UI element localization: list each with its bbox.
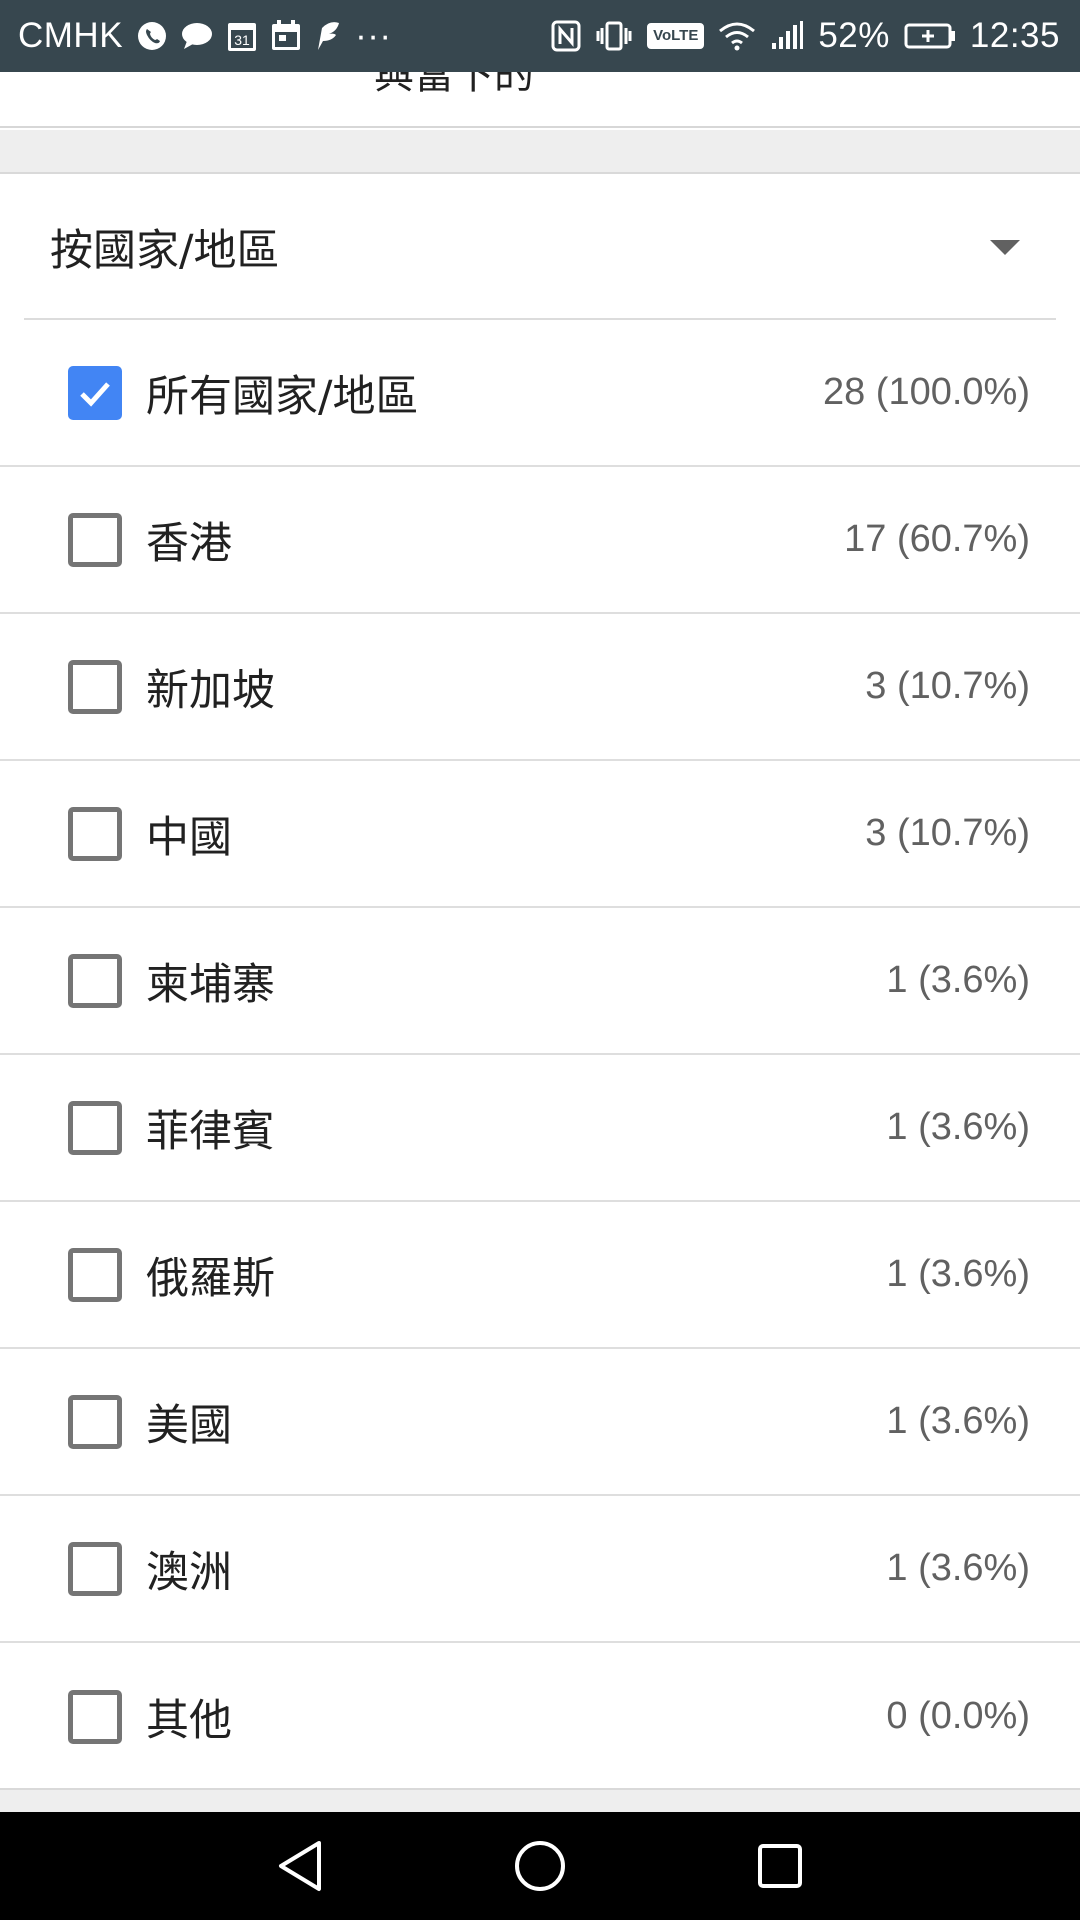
status-bar-right: VoLTE 52% 12:35 (551, 16, 1060, 56)
calendar-day-number: 31 (234, 32, 250, 48)
wifi-icon (718, 21, 756, 51)
checkbox-usa[interactable] (68, 1394, 122, 1449)
country-count: 3 (10.7%) (865, 812, 1030, 854)
country-label: 中國 (146, 812, 232, 863)
country-count: 28 (100.0%) (822, 371, 1030, 413)
leaf-notification-icon (315, 21, 341, 51)
country-label: 其他 (146, 1695, 232, 1746)
checkbox-australia[interactable] (68, 1541, 122, 1596)
navigation-bar (0, 1812, 1080, 1920)
carrier-name: CMHK (18, 16, 124, 55)
country-row-cambodia[interactable]: 柬埔寨 1 (3.6%) (0, 908, 1080, 1055)
country-label: 澳洲 (146, 1547, 232, 1598)
card-separator-bottom (0, 1788, 1080, 1812)
country-label: 新加坡 (146, 665, 275, 716)
country-row-russia[interactable]: 俄羅斯 1 (3.6%) (0, 1202, 1080, 1349)
home-button[interactable] (505, 1831, 575, 1901)
event-icon (271, 20, 301, 52)
back-button[interactable] (265, 1831, 335, 1901)
country-filter-card: 按國家/地區 所有國家/地區 28 (100.0%) 香港 17 (60.7%)… (0, 176, 1080, 1788)
previous-card-text: 與當下的 (374, 72, 534, 98)
clock-time: 12:35 (969, 16, 1060, 55)
recents-button[interactable] (745, 1831, 815, 1901)
checkbox-russia[interactable] (68, 1247, 122, 1302)
checkbox-other[interactable] (68, 1689, 122, 1744)
country-count: 0 (0.0%) (886, 1695, 1030, 1737)
filter-dropdown-label: 按國家/地區 (50, 226, 280, 276)
country-row-singapore[interactable]: 新加坡 3 (10.7%) (0, 614, 1080, 761)
country-count: 1 (3.6%) (886, 1400, 1030, 1442)
checkbox-all[interactable] (68, 365, 122, 420)
calendar-icon: 31 (227, 20, 257, 52)
nfc-icon (551, 20, 581, 52)
country-count: 1 (3.6%) (886, 1547, 1030, 1589)
country-count: 1 (3.6%) (886, 959, 1030, 1001)
country-row-other[interactable]: 其他 0 (0.0%) (0, 1643, 1080, 1790)
country-count: 3 (10.7%) (865, 665, 1030, 707)
country-row-usa[interactable]: 美國 1 (3.6%) (0, 1349, 1080, 1496)
filter-dropdown[interactable]: 按國家/地區 (24, 176, 1056, 320)
country-label: 菲律賓 (146, 1106, 275, 1157)
country-label: 所有國家/地區 (146, 371, 419, 422)
checkbox-hong-kong[interactable] (68, 512, 122, 567)
country-label: 柬埔寨 (146, 959, 275, 1010)
home-circle-icon (515, 1841, 565, 1891)
checkbox-china[interactable] (68, 806, 122, 861)
status-bar-left: CMHK 31 ··· (18, 16, 392, 56)
card-separator (0, 130, 1080, 174)
checkbox-cambodia[interactable] (68, 953, 122, 1008)
country-count: 17 (60.7%) (844, 518, 1030, 560)
country-row-philippines[interactable]: 菲律賓 1 (3.6%) (0, 1055, 1080, 1202)
country-list: 所有國家/地區 28 (100.0%) 香港 17 (60.7%) 新加坡 3 … (0, 320, 1080, 1790)
caret-down-icon (990, 239, 1020, 255)
battery-percent: 52% (818, 16, 890, 55)
country-label: 香港 (146, 518, 232, 569)
phone-call-icon (137, 21, 167, 51)
battery-charging-icon (904, 22, 956, 50)
country-row-all[interactable]: 所有國家/地區 28 (100.0%) (0, 320, 1080, 467)
back-triangle-icon (279, 1841, 321, 1891)
recents-square-icon (758, 1844, 802, 1888)
vibrate-icon (595, 20, 633, 52)
status-bar: CMHK 31 ··· VoLTE 52% 12:35 (0, 0, 1080, 72)
country-row-australia[interactable]: 澳洲 1 (3.6%) (0, 1496, 1080, 1643)
signal-strength-icon (770, 21, 804, 51)
chat-bubble-icon (181, 21, 213, 51)
country-row-china[interactable]: 中國 3 (10.7%) (0, 761, 1080, 908)
checkbox-singapore[interactable] (68, 659, 122, 714)
country-count: 1 (3.6%) (886, 1106, 1030, 1148)
volte-indicator: VoLTE (647, 23, 705, 49)
previous-card: 與當下的 (0, 72, 1080, 128)
country-row-hong-kong[interactable]: 香港 17 (60.7%) (0, 467, 1080, 614)
checkbox-philippines[interactable] (68, 1100, 122, 1155)
country-label: 美國 (146, 1400, 232, 1451)
country-label: 俄羅斯 (146, 1253, 275, 1304)
more-notifications-indicator: ··· (355, 16, 392, 55)
country-count: 1 (3.6%) (886, 1253, 1030, 1295)
